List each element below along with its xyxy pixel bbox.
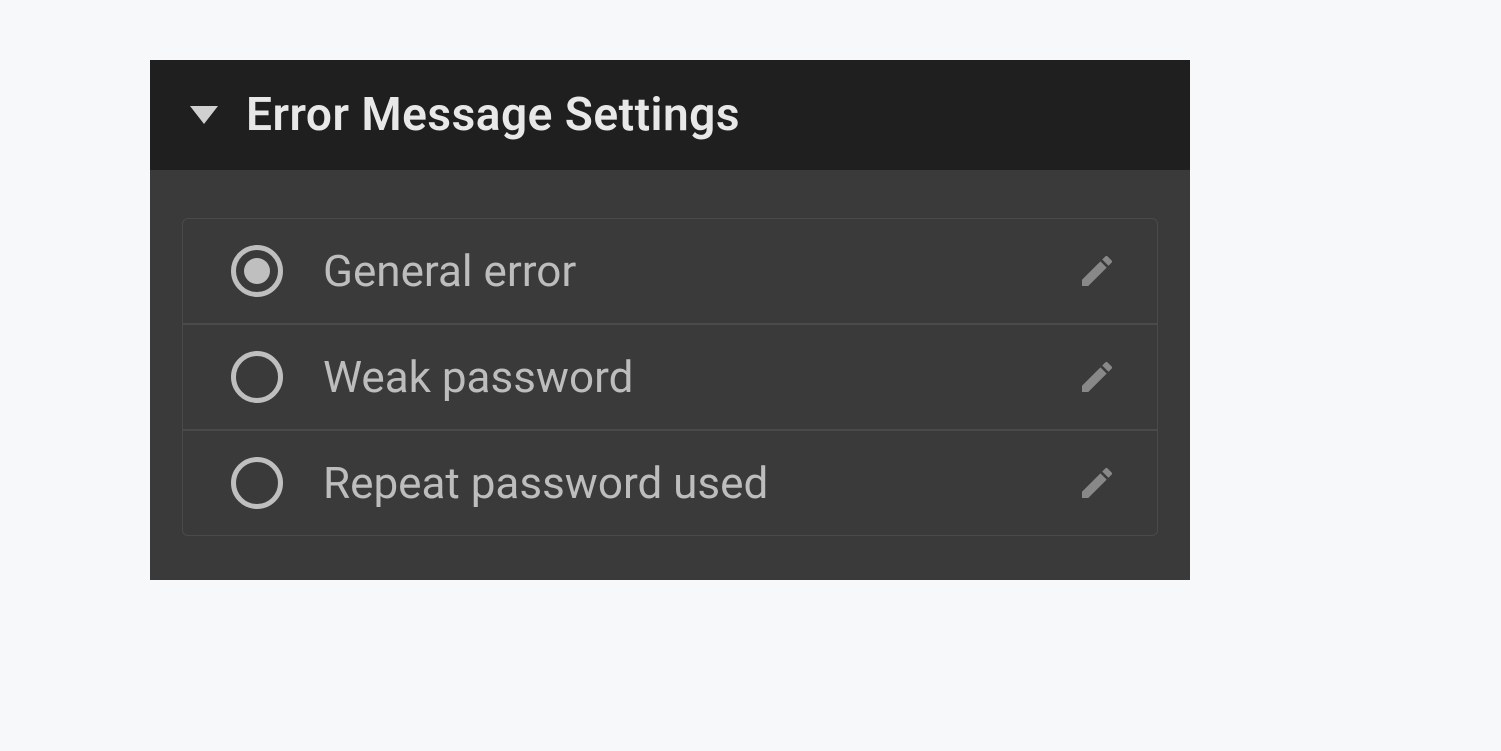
pencil-icon	[1077, 357, 1117, 397]
chevron-down-icon	[190, 106, 218, 124]
option-general-error[interactable]: General error	[183, 219, 1157, 325]
option-label: Weak password	[323, 351, 1073, 403]
option-list: General error Weak password Re	[182, 218, 1158, 536]
panel-title: Error Message Settings	[246, 88, 740, 142]
option-label: Repeat password used	[323, 457, 1073, 509]
error-message-settings-panel: Error Message Settings General error Wea…	[150, 60, 1190, 580]
edit-button[interactable]	[1073, 353, 1121, 401]
panel-header[interactable]: Error Message Settings	[150, 60, 1190, 170]
option-weak-password[interactable]: Weak password	[183, 325, 1157, 431]
pencil-icon	[1077, 463, 1117, 503]
radio-icon[interactable]	[231, 457, 283, 509]
pencil-icon	[1077, 251, 1117, 291]
edit-button[interactable]	[1073, 247, 1121, 295]
edit-button[interactable]	[1073, 459, 1121, 507]
panel-body: General error Weak password Re	[150, 170, 1190, 580]
radio-icon[interactable]	[231, 351, 283, 403]
radio-icon[interactable]	[231, 245, 283, 297]
option-repeat-password-used[interactable]: Repeat password used	[183, 431, 1157, 535]
option-label: General error	[323, 245, 1073, 297]
